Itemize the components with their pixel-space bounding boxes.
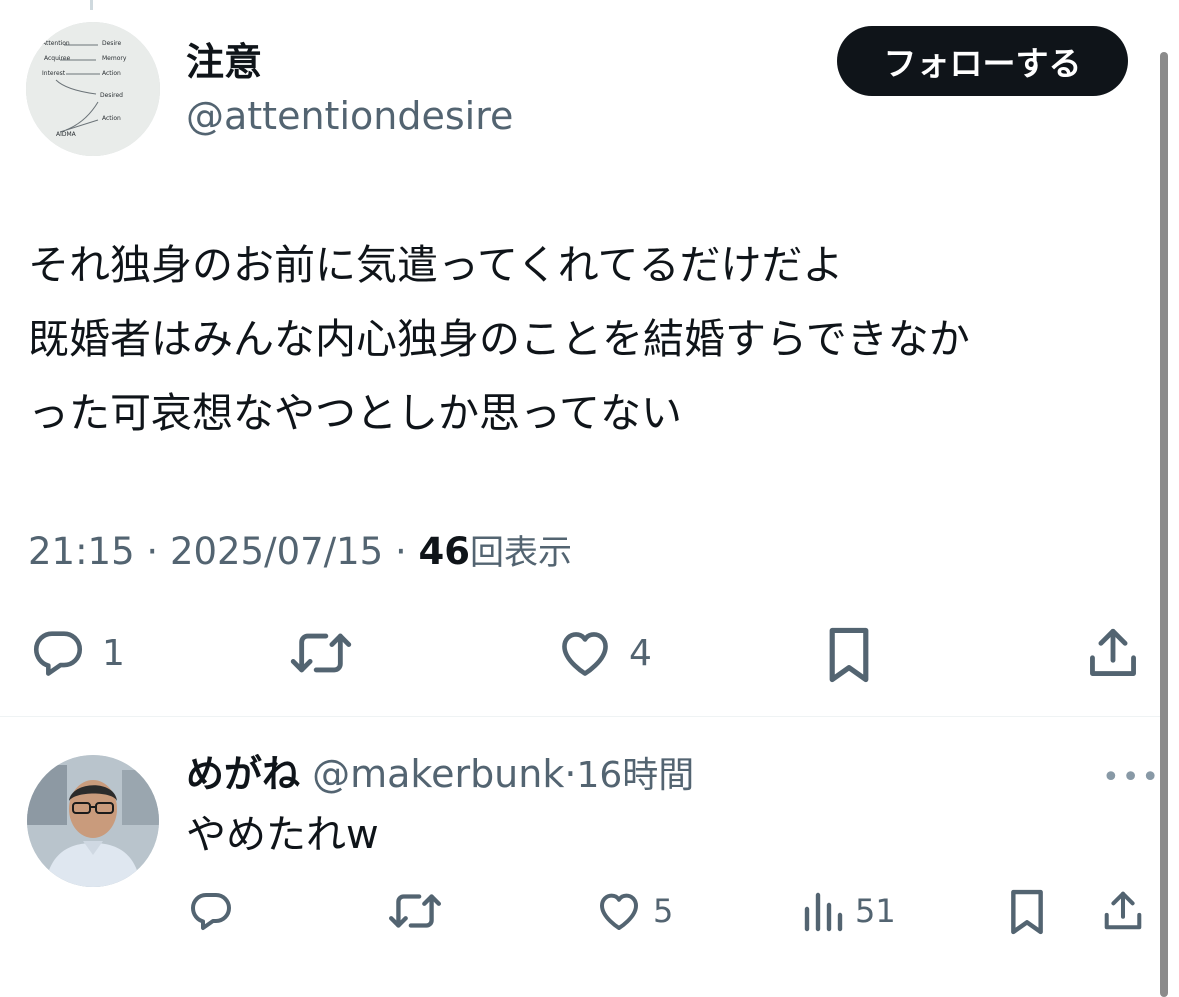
heart-icon bbox=[562, 632, 608, 676]
tweet-date[interactable]: 2025/07/15 bbox=[170, 530, 383, 573]
reply-views-action[interactable]: 51 bbox=[801, 886, 896, 936]
like-action[interactable]: 4 bbox=[555, 624, 652, 682]
reply-icon bbox=[191, 893, 231, 930]
reply-time[interactable]: 16時間 bbox=[576, 755, 694, 796]
reply-like-action[interactable]: 5 bbox=[595, 886, 673, 936]
bookmark-icon bbox=[1011, 889, 1043, 935]
views-count: 46 bbox=[418, 530, 471, 573]
share-icon bbox=[1090, 628, 1136, 676]
reply-header: めがね @makerbunk·16時間 bbox=[186, 750, 694, 800]
views-label: 回表示 bbox=[470, 533, 572, 573]
reply-avatar[interactable] bbox=[27, 755, 159, 887]
more-options-button[interactable]: ••• bbox=[1102, 760, 1161, 795]
tweet-meta: 21:15 · 2025/07/15 · 46回表示 bbox=[28, 528, 572, 577]
author-avatar[interactable]: Attention Desire Memory Acquiree Interes… bbox=[26, 22, 160, 156]
tweet-text-line: 既婚者はみんな内心独身のことを結婚すらできなか bbox=[28, 315, 970, 363]
bookmark-action[interactable] bbox=[822, 624, 876, 686]
author-display-name[interactable]: 注意 bbox=[186, 38, 262, 86]
author-handle[interactable]: @attentiondesire bbox=[186, 92, 513, 140]
scrollbar[interactable] bbox=[1160, 52, 1168, 997]
retweet-action[interactable] bbox=[287, 624, 355, 682]
reply-text: やめたれw bbox=[186, 812, 379, 858]
reply-views-count: 51 bbox=[855, 892, 896, 930]
retweet-icon bbox=[290, 633, 352, 673]
follow-button[interactable]: フォローする bbox=[837, 26, 1128, 96]
avatar-label-3: Acquiree bbox=[44, 55, 71, 62]
tweet-text-line: った可哀想なやつとしか思ってない bbox=[28, 389, 682, 437]
aidma-diagram-avatar-image: Attention Desire Memory Acquiree Interes… bbox=[26, 22, 160, 156]
bookmark-icon bbox=[829, 627, 869, 683]
thread-line bbox=[90, 0, 93, 10]
analytics-icon bbox=[804, 892, 843, 932]
reply-bookmark-action[interactable] bbox=[1006, 886, 1048, 938]
reply-count: 1 bbox=[102, 632, 125, 674]
like-count: 4 bbox=[629, 632, 652, 674]
avatar-label-6: Desired bbox=[100, 92, 123, 99]
reply-display-name[interactable]: めがね bbox=[186, 752, 300, 796]
reply-share-action[interactable] bbox=[1100, 886, 1146, 936]
person-avatar-image bbox=[27, 755, 159, 887]
reply-like-count: 5 bbox=[653, 892, 674, 930]
avatar-label-1: Desire bbox=[102, 40, 121, 47]
reply-handle[interactable]: @makerbunk bbox=[312, 752, 564, 796]
reply-separator: · bbox=[564, 752, 577, 796]
heart-icon bbox=[600, 893, 638, 930]
reply-action[interactable]: 1 bbox=[28, 624, 125, 682]
tweet-text: それ独身のお前に気遣ってくれてるだけだよ 既婚者はみんな内心独身のことを結婚すら… bbox=[28, 228, 1138, 450]
meta-separator: · bbox=[394, 530, 407, 573]
meta-separator: · bbox=[146, 530, 159, 573]
share-icon bbox=[1104, 891, 1142, 930]
reply-icon bbox=[33, 631, 83, 676]
retweet-icon bbox=[389, 894, 441, 928]
reply-retweet-action[interactable] bbox=[386, 886, 444, 936]
tweet-text-line: それ独身のお前に気遣ってくれてるだけだよ bbox=[28, 241, 844, 289]
divider bbox=[0, 716, 1160, 717]
avatar-label-5: Action bbox=[102, 70, 121, 77]
avatar-label-8: AIDMA bbox=[56, 131, 77, 138]
avatar-label-2: Memory bbox=[102, 55, 127, 62]
avatar-label-0: Attention bbox=[42, 40, 70, 47]
avatar-label-7: Action bbox=[102, 115, 121, 122]
share-action[interactable] bbox=[1084, 624, 1142, 682]
tweet-time[interactable]: 21:15 bbox=[28, 530, 135, 573]
avatar-label-4: Interest bbox=[42, 70, 66, 77]
reply-reply-action[interactable] bbox=[187, 886, 235, 936]
